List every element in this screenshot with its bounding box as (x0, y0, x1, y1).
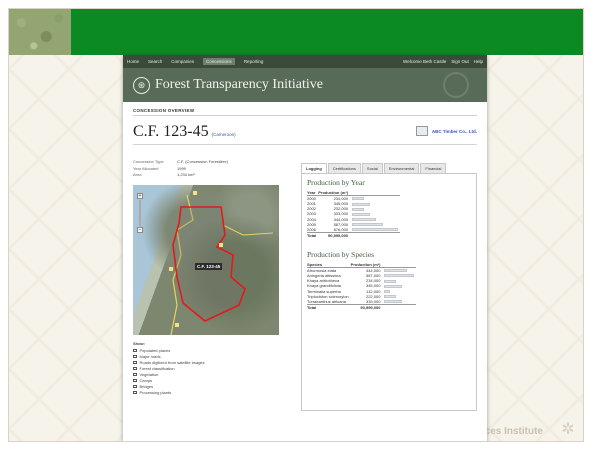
top-nav: Home Search Companies Concessions Report… (123, 55, 487, 68)
layer-option: Major roads (133, 354, 283, 359)
concession-country-link[interactable]: (Cameroon) (212, 132, 236, 137)
road-line (222, 224, 274, 236)
checkbox[interactable] (133, 384, 137, 389)
checkbox[interactable] (133, 348, 137, 353)
production-bar (384, 300, 402, 304)
production-bar (352, 228, 399, 232)
production-by-species-heading: Production by Species (307, 249, 375, 259)
layer-option: Bridges (133, 384, 283, 389)
production-by-year-heading: Production by Year (307, 178, 365, 187)
column-header: Production (m³) (318, 190, 353, 196)
site-banner: ⊛ Forest Transparency Initiative (123, 68, 487, 102)
checkbox[interactable] (133, 378, 137, 383)
production-bar (352, 223, 383, 227)
total-row: Total 90,999,000 (307, 303, 417, 310)
checkbox[interactable] (133, 354, 137, 359)
nav-companies[interactable]: Companies (171, 59, 194, 64)
production-bar (384, 290, 391, 294)
tab-certifications[interactable]: Certifications (327, 163, 361, 173)
production-bar (352, 197, 365, 201)
meta-label: Area (133, 172, 142, 177)
concession-title: C.F. 123-45 (133, 123, 209, 140)
production-bar (352, 202, 371, 206)
production-by-species-table: Species Production (m³) Afrormosia elata… (307, 261, 417, 310)
help-link[interactable]: Help (474, 59, 483, 64)
nav-search[interactable]: Search (148, 59, 162, 64)
total-label: Total (307, 303, 351, 310)
production-bar (384, 274, 415, 278)
concession-meta: Concession Type C.F. (Concession Forestiè… (133, 159, 283, 177)
map-zoom-control[interactable]: + − (137, 193, 143, 233)
column-header: Production (m³) (350, 261, 385, 268)
row-label: Turraeanthus africana (307, 298, 346, 304)
zoom-in-icon[interactable]: + (137, 193, 143, 199)
slide-topbar (9, 9, 583, 55)
company-link[interactable]: ABC Timber Co., Ltd. (415, 126, 477, 136)
watermark-icon: ✲ (561, 421, 575, 438)
company-name: ABC Timber Co., Ltd. (431, 128, 477, 134)
logging-tab-content: Production by Year Year Production (m³) … (301, 173, 477, 411)
map-concession-label: C.F. 123-45 (195, 263, 223, 270)
checkbox[interactable] (133, 372, 137, 377)
layer-option: Forest classification (133, 366, 283, 371)
welcome-text: Welcome Beth Castle (403, 59, 447, 64)
production-bar (384, 269, 408, 273)
show-heading: Show: (133, 341, 145, 346)
site-title: Forest Transparency Initiative (155, 77, 323, 92)
map-layer-options: Show: Populated places Major roads Roads… (133, 341, 283, 395)
nav-reporting[interactable]: Reporting (244, 59, 264, 64)
forest-photo-thumbnail (9, 9, 71, 55)
meta-value: 1999 (177, 165, 186, 171)
fti-logo-icon[interactable]: ⊛ (133, 76, 150, 94)
production-bar (352, 218, 376, 222)
nav-home[interactable]: Home (127, 59, 139, 64)
production-bar (384, 279, 397, 283)
website-screenshot: Home Search Companies Concessions Report… (123, 55, 487, 441)
zoom-slider[interactable] (139, 200, 141, 226)
company-logo-icon (415, 126, 428, 136)
tab-social[interactable]: Social (361, 163, 383, 173)
meta-value: C.F. (Concession Forestière) (177, 159, 228, 164)
layer-option: Camps (133, 378, 283, 383)
left-column: Concession Type C.F. (Concession Forestiè… (133, 159, 283, 396)
production-bar (352, 207, 365, 211)
layer-option: Populated places (133, 348, 283, 353)
place-marker[interactable] (169, 267, 173, 271)
production-bar (384, 295, 396, 299)
details-panel: Logging Certifications Social Environmen… (301, 163, 477, 413)
concession-map[interactable]: + − C.F. 123-45 (133, 185, 279, 335)
section-label: CONCESSION OVERVIEW (133, 108, 477, 116)
sign-out-link[interactable]: Sign Out (451, 59, 469, 64)
place-marker[interactable] (175, 323, 179, 327)
banner-decoration-icon (443, 72, 469, 98)
production-by-year-table: Year Production (m³) 2000 234,000 2001 345,… (307, 190, 401, 238)
slide-frame: ources Institute ✲ Home Search Companies… (8, 8, 584, 442)
checkbox[interactable] (133, 390, 137, 395)
total-value: 90,999,000 (350, 303, 385, 310)
place-marker[interactable] (193, 191, 197, 195)
map-overlay (169, 191, 274, 335)
tab-financial[interactable]: Financial (420, 163, 447, 173)
layer-option: Roads digitized from satellite images (133, 360, 283, 365)
layer-option: Processing plants (133, 390, 283, 395)
checkbox[interactable] (133, 360, 137, 365)
production-bar (384, 284, 403, 288)
production-bar (352, 212, 370, 216)
meta-label: Year Allocated (133, 165, 159, 171)
meta-value: 1,234 km² (177, 172, 195, 177)
place-marker[interactable] (219, 243, 223, 247)
meta-label: Concession Type (133, 159, 164, 164)
zoom-out-icon[interactable]: − (137, 227, 143, 233)
tab-bar: Logging Certifications Social Environmen… (301, 163, 477, 173)
tab-environmental[interactable]: Environmental (383, 163, 420, 173)
nav-concessions[interactable]: Concessions (203, 58, 235, 65)
checkbox[interactable] (133, 366, 137, 371)
layer-option: Vegetation (133, 372, 283, 377)
tab-logging[interactable]: Logging (301, 163, 327, 173)
